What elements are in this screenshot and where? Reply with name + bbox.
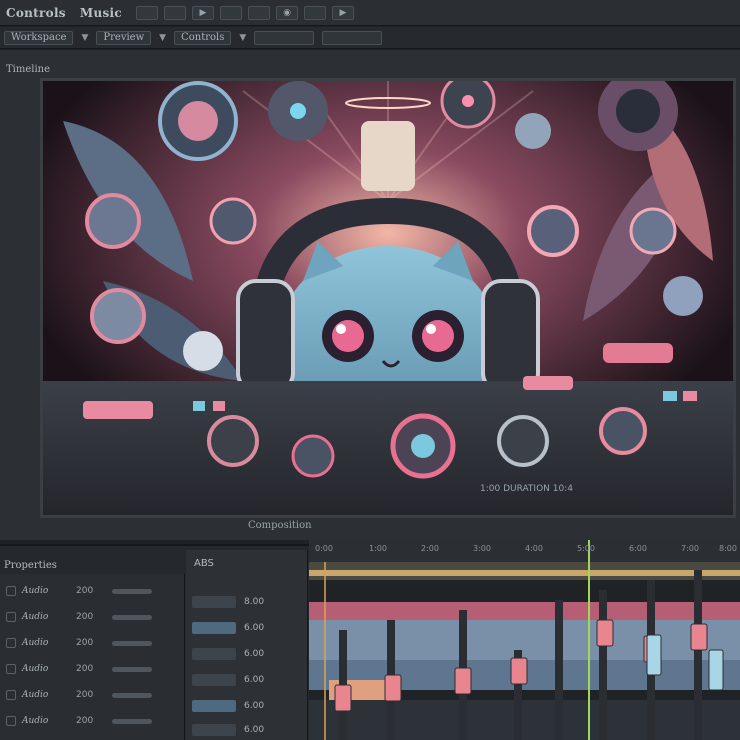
workspace-button[interactable]: Workspace: [4, 30, 74, 45]
toolbar: Workspace ▼ Preview ▼ Controls ▼: [0, 27, 740, 49]
controls-button[interactable]: Controls: [174, 30, 232, 45]
ruler-tick: 4:00: [525, 544, 543, 553]
composition-label: Composition: [248, 520, 312, 531]
param-value: 6.00: [244, 649, 265, 659]
param-swatch[interactable]: [192, 622, 236, 634]
param-swatch[interactable]: [192, 596, 236, 608]
param-value: 6.00: [244, 725, 265, 735]
layer-slider[interactable]: [112, 666, 152, 672]
layer-icon: [6, 716, 16, 726]
preview-button[interactable]: Preview: [96, 30, 152, 45]
layer-label: Audio: [22, 716, 49, 726]
ruler-tick: 1:00: [369, 544, 387, 553]
ruler-tick: 5:00: [577, 544, 595, 553]
param-row[interactable]: 6.00: [192, 620, 304, 636]
eye-icon[interactable]: ◉: [276, 5, 299, 20]
layer-row[interactable]: Audio 200: [6, 608, 182, 626]
layer-slider[interactable]: [112, 614, 152, 620]
layer-icon: [6, 664, 16, 674]
layer-value: 200: [76, 612, 94, 622]
toolbar-button-5[interactable]: [322, 30, 383, 45]
layer-icon: [6, 690, 16, 700]
menu-item-controls[interactable]: Controls: [6, 6, 66, 20]
layer-label: Audio: [22, 664, 49, 674]
layer-value: 200: [76, 716, 94, 726]
ruler-tick: 3:00: [473, 544, 491, 553]
tool-button-3[interactable]: [220, 5, 243, 20]
layer-slider[interactable]: [112, 588, 152, 594]
layer-row[interactable]: Audio 200: [6, 712, 182, 730]
ruler-tick: 6:00: [629, 544, 647, 553]
param-swatch[interactable]: [192, 700, 236, 712]
play-icon[interactable]: ▶: [192, 5, 215, 20]
track-area[interactable]: 0:00 1:00 2:00 3:00 4:00 5:00 6:00 7:00 …: [309, 540, 740, 740]
ruler-tick: 2:00: [421, 544, 439, 553]
param-swatch[interactable]: [192, 674, 236, 686]
param-value: 6.00: [244, 675, 265, 685]
layer-value: 200: [76, 690, 94, 700]
layer-value: 200: [76, 664, 94, 674]
artwork-image: [43, 81, 733, 515]
layer-row[interactable]: Audio 200: [6, 660, 182, 678]
layer-list: Audio 200 Audio 200 Audio 200 Audio 200 …: [0, 574, 185, 740]
ruler-tick: 7:00: [681, 544, 699, 553]
tool-button-4[interactable]: [248, 5, 271, 20]
layer-slider[interactable]: [112, 718, 152, 724]
param-value: 6.00: [244, 701, 265, 711]
param-row[interactable]: 8.00: [192, 594, 304, 610]
tool-button-5[interactable]: [304, 5, 327, 20]
viewer-label: Timeline: [6, 64, 51, 75]
ruler-tick: 0:00: [315, 544, 333, 553]
param-row[interactable]: 6.00: [192, 722, 304, 738]
layer-label: Audio: [22, 690, 49, 700]
chevron-down-icon[interactable]: ▼: [239, 33, 246, 43]
layer-label: Audio: [22, 612, 49, 622]
layer-slider[interactable]: [112, 692, 152, 698]
layer-row[interactable]: Audio 200: [6, 686, 182, 704]
param-row[interactable]: 6.00: [192, 646, 304, 662]
param-value: 6.00: [244, 623, 265, 633]
chevron-down-icon[interactable]: ▼: [81, 33, 88, 43]
ruler-tick: 8:00: [719, 544, 737, 553]
param-row[interactable]: 6.00: [192, 698, 304, 714]
chevron-down-icon[interactable]: ▼: [159, 33, 166, 43]
param-swatch[interactable]: [192, 724, 236, 736]
param-row[interactable]: 6.00: [192, 672, 304, 688]
layer-row[interactable]: Audio 200: [6, 582, 182, 600]
layer-value: 200: [76, 638, 94, 648]
param-swatch[interactable]: [192, 648, 236, 660]
menu-item-music[interactable]: Music: [80, 6, 122, 20]
panel-title: Properties: [4, 560, 57, 571]
layer-icon: [6, 612, 16, 622]
layer-slider[interactable]: [112, 640, 152, 646]
layer-label: Audio: [22, 586, 49, 596]
parameter-panel: ABS 8.00 6.00 6.00 6.00 6.00 6.00: [186, 550, 308, 740]
layer-label: Audio: [22, 638, 49, 648]
duration-readout: 1:00 DURATION 10:4: [480, 484, 573, 494]
toolbar-button-4[interactable]: [254, 30, 315, 45]
layer-value: 200: [76, 586, 94, 596]
tool-button-2[interactable]: [164, 5, 187, 20]
tool-button-1[interactable]: [136, 5, 159, 20]
menu-bar: Controls Music ▶ ◉ ▶: [0, 0, 740, 26]
track-lanes: [309, 540, 740, 740]
preview-canvas[interactable]: [40, 78, 736, 518]
param-value: 8.00: [244, 597, 265, 607]
layer-icon: [6, 638, 16, 648]
layer-icon: [6, 586, 16, 596]
layer-row[interactable]: Audio 200: [6, 634, 182, 652]
param-header: ABS: [194, 558, 214, 569]
expand-icon[interactable]: ▶: [332, 5, 355, 20]
